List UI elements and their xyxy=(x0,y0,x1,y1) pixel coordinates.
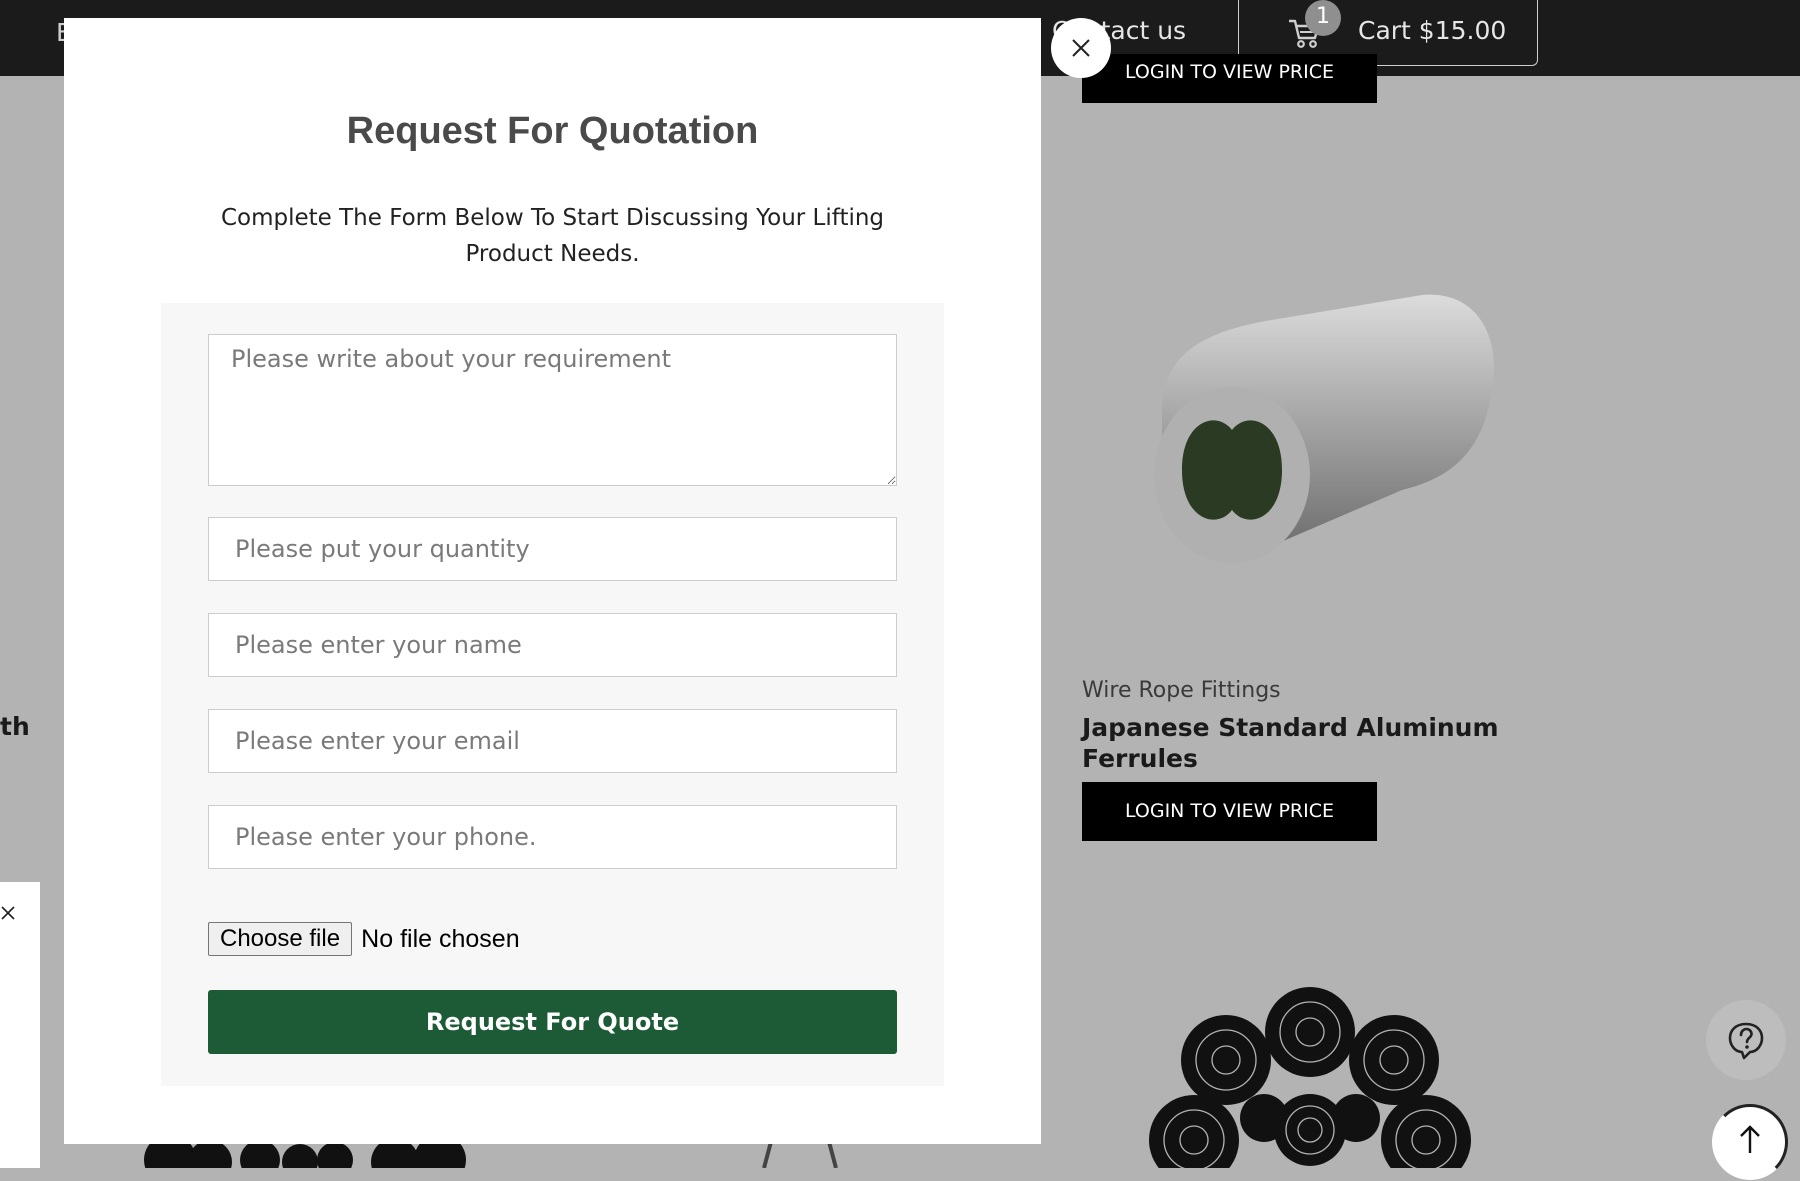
product-image-ferrule[interactable] xyxy=(1122,290,1502,580)
help-button[interactable] xyxy=(1706,1000,1786,1080)
modal-subtitle: Complete The Form Below To Start Discuss… xyxy=(220,205,885,267)
side-panel xyxy=(0,882,40,1168)
choose-file-button[interactable]: Choose file xyxy=(208,922,353,956)
phone-input[interactable] xyxy=(208,805,897,869)
cart-count-badge: 1 xyxy=(1305,0,1341,36)
cart-total-label: Cart $15.00 xyxy=(1358,16,1507,45)
login-to-view-price-button[interactable]: LOGIN TO VIEW PRICE xyxy=(1082,54,1377,103)
quantity-input[interactable] xyxy=(208,517,897,581)
scroll-to-top-button[interactable] xyxy=(1712,1104,1788,1180)
product-category[interactable]: Wire Rope Fittings xyxy=(1082,678,1281,703)
help-icon xyxy=(1728,1022,1764,1060)
requirement-textarea[interactable] xyxy=(208,334,897,486)
request-quote-button[interactable]: Request For Quote xyxy=(208,990,897,1054)
close-icon[interactable] xyxy=(0,905,18,923)
file-upload: Choose file No file chosen xyxy=(208,922,520,958)
modal-close-button[interactable] xyxy=(1051,18,1111,78)
quotation-modal: Request For Quotation Complete The Form … xyxy=(64,18,1041,1144)
product-image-wire-rope[interactable] xyxy=(1148,980,1472,1168)
login-to-view-price-button[interactable]: LOGIN TO VIEW PRICE xyxy=(1082,782,1377,841)
product-title-fragment: th xyxy=(0,712,30,741)
name-input[interactable] xyxy=(208,613,897,677)
product-title[interactable]: Japanese Standard Aluminum Ferrules xyxy=(1082,712,1502,774)
file-status-text: No file chosen xyxy=(361,924,520,953)
close-icon xyxy=(1072,39,1090,57)
quotation-form: Choose file No file chosen Request For Q… xyxy=(161,303,944,1086)
modal-title: Request For Quotation xyxy=(346,110,759,152)
arrow-up-icon xyxy=(1740,1125,1760,1153)
email-input[interactable] xyxy=(208,709,897,773)
